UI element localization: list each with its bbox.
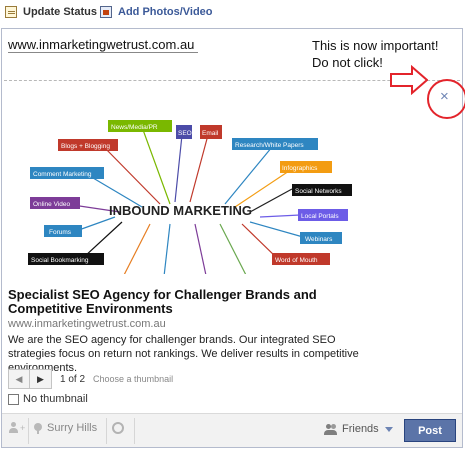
add-photos-label: Add Photos/Video <box>118 6 213 18</box>
label-blogs: Blogs + Blogging <box>61 143 110 150</box>
person-icon <box>8 422 20 434</box>
update-status-label: Update Status <box>23 6 97 18</box>
link-domain: www.inmarketingwetrust.com.au <box>8 318 166 330</box>
update-status-tab[interactable]: Update Status <box>5 6 97 18</box>
location-label: Surry Hills <box>47 422 98 434</box>
link-preview-image: INBOUND MARKETING News/Media/PR SEO Emai… <box>10 89 355 274</box>
audience-label: Friends <box>342 423 379 435</box>
composer-footer: + Surry Hills Friends Post <box>2 413 462 447</box>
separator <box>134 418 135 444</box>
diagram-center-label: INBOUND MARKETING <box>109 203 252 218</box>
thumbnail-hint: Choose a thumbnail <box>93 374 174 384</box>
status-icon <box>5 6 17 18</box>
next-thumbnail-button[interactable]: ▶ <box>30 369 52 389</box>
inbound-marketing-diagram: INBOUND MARKETING News/Media/PR SEO Emai… <box>28 120 352 274</box>
status-composer: www.inmarketingwetrust.com.au This is no… <box>1 28 465 448</box>
separator <box>106 418 107 444</box>
smiley-icon <box>112 422 124 434</box>
no-thumbnail-label: No thumbnail <box>23 393 88 405</box>
link-title[interactable]: Specialist SEO Agency for Challenger Bra… <box>8 288 358 316</box>
prev-thumbnail-button[interactable]: ◀ <box>8 369 30 389</box>
annotation-arrow <box>390 65 428 95</box>
chevron-down-icon <box>384 426 393 432</box>
label-word-of-mouth: Word of Mouth <box>275 257 318 264</box>
plus-icon: + <box>20 423 26 433</box>
label-social-bookmarking: Social Bookmarking <box>31 257 89 264</box>
label-seo: SEO <box>178 130 192 137</box>
post-button[interactable]: Post <box>404 419 456 442</box>
no-thumbnail-option[interactable]: No thumbnail <box>8 393 88 405</box>
composer-tabs: Update Status Add Photos/Video <box>0 0 465 26</box>
separator <box>28 418 29 444</box>
label-comment: Comment Marketing <box>33 171 92 178</box>
annotation-line-1: This is now important! <box>312 38 439 53</box>
feeling-button[interactable] <box>112 422 124 434</box>
text-underline <box>8 52 198 53</box>
label-online-video: Online Video <box>33 201 70 208</box>
thumbnail-pager: ◀ ▶ 1 of 2 Choose a thumbnail <box>8 369 173 389</box>
label-research: Research/White Papers <box>235 142 304 149</box>
thumbnail-count: 1 of 2 <box>60 373 86 385</box>
location-pin-icon <box>34 422 42 434</box>
friends-icon <box>324 423 338 435</box>
location-button[interactable]: Surry Hills <box>34 422 97 434</box>
remove-preview-close-icon[interactable]: × <box>440 89 449 105</box>
label-social-networks: Social Networks <box>295 188 342 195</box>
label-forums: Forums <box>49 229 72 236</box>
audience-selector[interactable]: Friends <box>324 423 393 435</box>
photo-icon <box>100 6 112 18</box>
label-webinars: Webinars <box>305 236 333 243</box>
status-text-input[interactable]: www.inmarketingwetrust.com.au <box>8 37 194 52</box>
add-photos-tab[interactable]: Add Photos/Video <box>100 6 213 18</box>
label-news: News/Media/PR <box>111 124 158 131</box>
label-email: Email <box>202 130 219 137</box>
label-infographics: Infographics <box>282 165 318 172</box>
label-local-portals: Local Portals <box>301 213 339 220</box>
no-thumbnail-checkbox[interactable] <box>8 393 19 405</box>
tag-people-button[interactable]: + <box>8 422 25 434</box>
